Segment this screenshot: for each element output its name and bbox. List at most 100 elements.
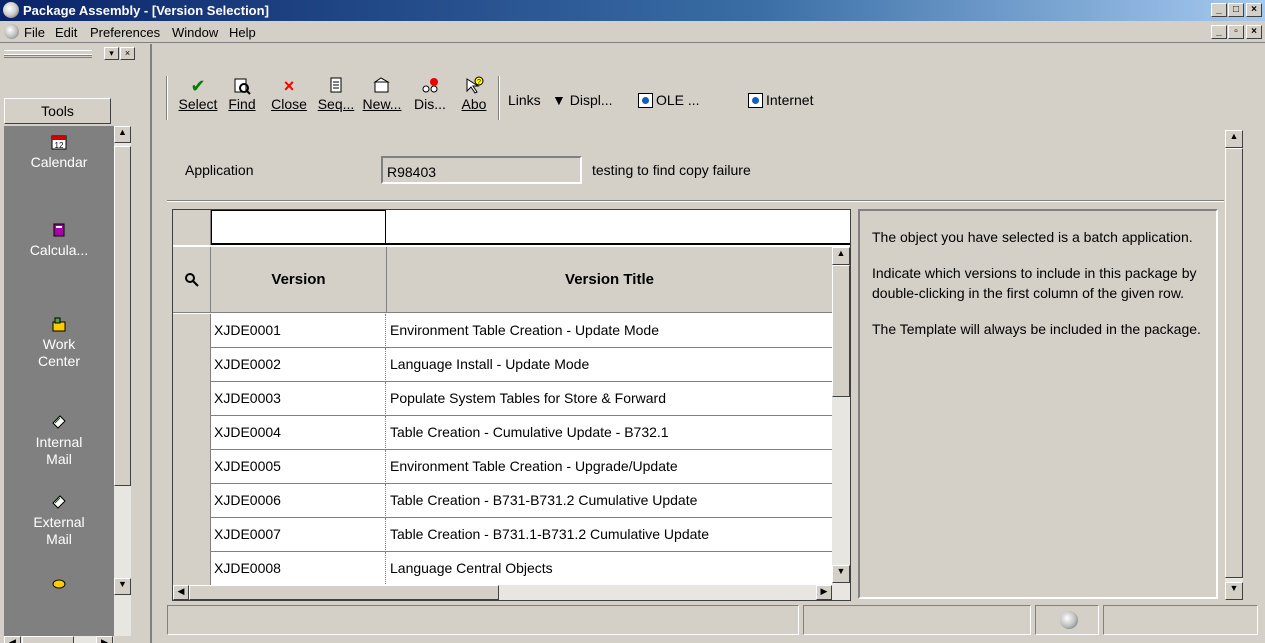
table-row[interactable]: XJDE0007 Table Creation - B731.1-B731.2 C… <box>173 518 832 552</box>
tools-header[interactable]: Tools <box>4 98 111 124</box>
child-close-button[interactable]: × <box>1246 25 1262 39</box>
tool-external-mail[interactable]: External Mail <box>4 494 114 548</box>
version-cell[interactable]: XJDE0002 <box>211 348 386 382</box>
scroll-right-button[interactable]: ▶ <box>816 585 832 600</box>
version-title-cell[interactable]: Populate System Tables for Store & Forwa… <box>387 382 832 416</box>
scroll-up-button[interactable]: ▲ <box>114 126 131 143</box>
table-row[interactable]: XJDE0008 Language Central Objects <box>173 552 832 586</box>
tools-vertical-scrollbar[interactable]: ▲ ▼ <box>114 126 131 636</box>
tool-label: External Mail <box>33 514 85 547</box>
version-title-cell[interactable]: Environment Table Creation - Upgrade/Upd… <box>387 450 832 484</box>
table-row[interactable]: XJDE0002 Language Install - Update Mode <box>173 348 832 382</box>
menu-help[interactable]: Help <box>229 25 256 40</box>
row-selector[interactable] <box>173 382 211 416</box>
display-menu[interactable]: ▼ Displ... <box>552 92 613 108</box>
version-title-column-header[interactable]: Version Title <box>387 247 832 313</box>
scroll-down-button[interactable]: ▼ <box>832 565 850 583</box>
scroll-down-button[interactable]: ▼ <box>114 578 131 595</box>
grid-horizontal-scrollbar[interactable]: ◀ ▶ <box>173 585 850 600</box>
pane-dropdown-button[interactable]: ▾ <box>104 47 119 60</box>
close-button[interactable]: × Close <box>266 76 312 112</box>
version-cell[interactable]: XJDE0005 <box>211 450 386 484</box>
version-title-cell[interactable]: Table Creation - B731.1-B731.2 Cumulativ… <box>387 518 832 552</box>
scroll-thumb[interactable] <box>189 585 499 600</box>
table-row[interactable]: XJDE0006 Table Creation - B731-B731.2 Cum… <box>173 484 832 518</box>
row-selector[interactable] <box>173 314 211 348</box>
qbe-row-header <box>173 210 211 245</box>
menu-window[interactable]: Window <box>172 25 218 40</box>
links-menu[interactable]: Links <box>508 92 541 108</box>
form-vertical-scrollbar[interactable]: ▲ ▼ <box>1225 130 1243 600</box>
document-globe-icon[interactable] <box>4 24 19 39</box>
maximize-button[interactable]: □ <box>1228 3 1244 17</box>
display-button[interactable]: Dis... <box>410 76 450 112</box>
about-button[interactable]: ? Abo <box>456 76 492 112</box>
version-title-cell[interactable]: Environment Table Creation - Update Mode <box>387 314 832 348</box>
minimize-button[interactable]: _ <box>1211 3 1227 17</box>
version-title-cell[interactable]: Table Creation - Cumulative Update - B73… <box>387 416 832 450</box>
version-cell[interactable]: XJDE0003 <box>211 382 386 416</box>
grid-vertical-scrollbar[interactable]: ▲ ▼ <box>832 247 850 585</box>
scroll-thumb[interactable] <box>1225 148 1243 578</box>
scroll-left-button[interactable]: ◀ <box>4 636 21 643</box>
new-label: New... <box>362 96 402 112</box>
pane-close-button[interactable]: × <box>120 47 135 60</box>
ole-link[interactable]: OLE ... <box>638 92 700 108</box>
menu-edit[interactable]: Edit <box>55 25 77 40</box>
status-segment <box>1103 605 1258 635</box>
internet-link[interactable]: Internet <box>748 92 813 108</box>
menu-preferences[interactable]: Preferences <box>90 25 160 40</box>
version-cell[interactable]: XJDE0001 <box>211 314 386 348</box>
find-button[interactable]: Find <box>224 76 260 112</box>
tools-horizontal-scrollbar[interactable]: ◀ ▶ <box>4 636 114 643</box>
new-button[interactable]: New... <box>360 76 404 112</box>
row-selector[interactable] <box>173 348 211 382</box>
tool-internal-mail[interactable]: Internal Mail <box>4 414 114 468</box>
table-row[interactable]: XJDE0005 Environment Table Creation - Upg… <box>173 450 832 484</box>
child-minimize-button[interactable]: _ <box>1211 25 1227 39</box>
calculator-icon <box>53 223 65 237</box>
scroll-thumb[interactable] <box>832 265 850 397</box>
version-title-cell[interactable]: Table Creation - B731-B731.2 Cumulative … <box>387 484 832 518</box>
tool-calculator[interactable]: Calcula... <box>4 222 114 259</box>
qbe-version-input[interactable] <box>211 210 386 244</box>
table-row[interactable]: XJDE0004 Table Creation - Cumulative Upda… <box>173 416 832 450</box>
application-label: Application <box>185 162 254 178</box>
tool-work-center[interactable]: Work Center <box>4 316 114 370</box>
menu-file[interactable]: File <box>24 25 45 40</box>
select-button[interactable]: ✔ Select <box>176 76 220 112</box>
select-column-header[interactable] <box>173 247 211 313</box>
version-cell[interactable]: XJDE0008 <box>211 552 386 586</box>
scroll-down-button[interactable]: ▼ <box>1225 582 1243 600</box>
scroll-left-button[interactable]: ◀ <box>173 585 189 600</box>
scroll-thumb[interactable] <box>114 146 131 486</box>
version-cell[interactable]: XJDE0006 <box>211 484 386 518</box>
tool-calendar[interactable]: 12 Calendar <box>4 134 114 171</box>
row-selector[interactable] <box>173 416 211 450</box>
qbe-title-input[interactable] <box>387 210 850 244</box>
tool-phone[interactable] <box>4 574 114 594</box>
version-title-cell[interactable]: Language Central Objects <box>387 552 832 586</box>
row-selector[interactable] <box>173 518 211 552</box>
ole-label: OLE ... <box>656 92 700 108</box>
close-window-button[interactable]: × <box>1246 3 1262 17</box>
globe-icon <box>1060 611 1078 629</box>
pane-grip-2[interactable] <box>4 54 92 58</box>
version-cell[interactable]: XJDE0004 <box>211 416 386 450</box>
child-restore-button[interactable]: ▫ <box>1228 25 1244 39</box>
tools-list: 12 Calendar Calcula... Work Center Inter… <box>4 126 114 636</box>
scroll-thumb[interactable] <box>22 636 74 643</box>
application-field[interactable]: R98403 <box>381 156 582 184</box>
table-row[interactable]: XJDE0003 Populate System Tables for Store… <box>173 382 832 416</box>
version-cell[interactable]: XJDE0007 <box>211 518 386 552</box>
scroll-right-button[interactable]: ▶ <box>96 636 113 643</box>
sequence-button[interactable]: Seq... <box>316 76 356 112</box>
version-column-header[interactable]: Version <box>211 247 387 313</box>
scroll-up-button[interactable]: ▲ <box>832 247 850 265</box>
table-row[interactable]: XJDE0001 Environment Table Creation - Upd… <box>173 314 832 348</box>
row-selector[interactable] <box>173 450 211 484</box>
row-selector[interactable] <box>173 484 211 518</box>
version-title-cell[interactable]: Language Install - Update Mode <box>387 348 832 382</box>
row-selector[interactable] <box>173 552 211 586</box>
scroll-up-button[interactable]: ▲ <box>1225 130 1243 148</box>
